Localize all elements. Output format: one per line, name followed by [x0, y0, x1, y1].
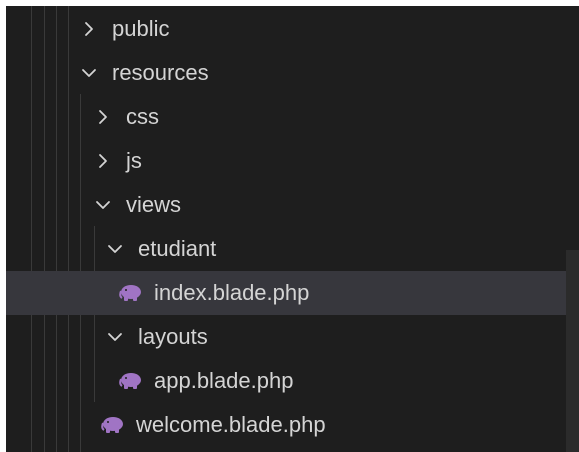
chevron-down-icon — [104, 326, 126, 348]
tree-item-label: welcome.blade.php — [136, 412, 326, 437]
tree-item-app-blade-php[interactable]: app.blade.php — [6, 359, 566, 403]
tree-item-public[interactable]: public — [6, 7, 579, 51]
tree-item-label: resources — [112, 60, 209, 85]
tree-item-label: js — [126, 148, 142, 173]
chevron-right-icon — [78, 18, 100, 40]
tree-item-label: app.blade.php — [154, 368, 294, 393]
chevron-right-icon — [92, 106, 114, 128]
tree-item-etudiant[interactable]: etudiant — [6, 227, 579, 271]
php-elephant-icon — [118, 370, 144, 392]
tree-item-label: index.blade.php — [154, 280, 310, 305]
chevron-down-icon — [104, 238, 126, 260]
tree-item-resources[interactable]: resources — [6, 51, 579, 95]
tree-item-css[interactable]: css — [6, 95, 579, 139]
tree-item-label: views — [126, 192, 182, 217]
tree-item-label: css — [126, 104, 159, 129]
tree-item-js[interactable]: js — [6, 139, 579, 183]
chevron-down-icon — [92, 194, 114, 216]
tree-item-views[interactable]: views — [6, 183, 579, 227]
window-frame: public resources css js views etudiant i… — [0, 0, 579, 452]
tree-item-label: public — [112, 16, 170, 41]
chevron-right-icon — [92, 150, 114, 172]
tree-item-label: etudiant — [138, 236, 217, 261]
file-explorer: public resources css js views etudiant i… — [6, 6, 579, 452]
tree-item-layouts[interactable]: layouts — [6, 315, 579, 359]
tree-item-label: layouts — [138, 324, 208, 349]
tree-item-welcome-blade-php[interactable]: welcome.blade.php — [6, 403, 566, 447]
chevron-down-icon — [78, 62, 100, 84]
php-elephant-icon — [100, 414, 126, 436]
tree-item-index-blade-php[interactable]: index.blade.php — [6, 271, 566, 315]
php-elephant-icon — [118, 282, 144, 304]
